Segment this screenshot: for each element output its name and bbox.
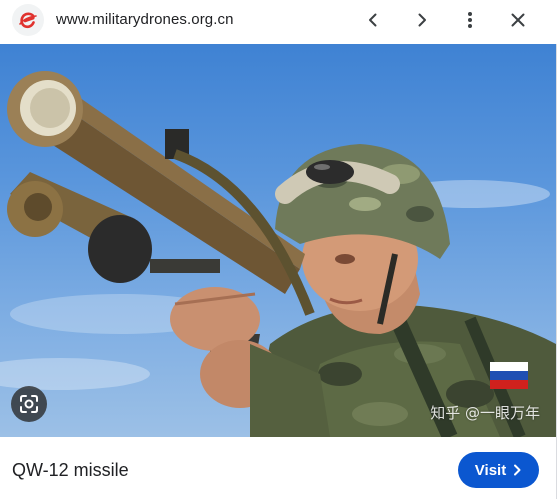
google-lens-button[interactable] (11, 386, 47, 422)
soldier-missile-photo (0, 71, 556, 437)
visit-button[interactable]: Visit (458, 452, 539, 488)
previous-button[interactable] (357, 4, 389, 36)
preview-header: www.militarydrones.org.cn (0, 0, 557, 44)
image-caption[interactable]: QW-12 missile (12, 460, 129, 481)
more-vertical-icon (468, 12, 472, 28)
site-favicon-icon[interactable] (12, 4, 44, 36)
chevron-left-icon (369, 13, 377, 27)
close-button[interactable] (502, 4, 534, 36)
close-icon (511, 13, 525, 27)
chevron-right-icon (418, 13, 426, 27)
google-lens-icon (20, 395, 38, 413)
image-preview-panel: www.militarydrones.org.cn 知乎 @一眼万年 QW-12… (0, 0, 557, 499)
site-url[interactable]: www.militarydrones.org.cn (56, 11, 234, 28)
preview-image[interactable]: 知乎 @一眼万年 (0, 44, 556, 437)
visit-button-label: Visit (474, 461, 507, 479)
more-options-button[interactable] (454, 4, 486, 36)
next-button[interactable] (406, 4, 438, 36)
chevron-right-icon (514, 464, 521, 476)
image-watermark: 知乎 @一眼万年 (430, 404, 540, 422)
